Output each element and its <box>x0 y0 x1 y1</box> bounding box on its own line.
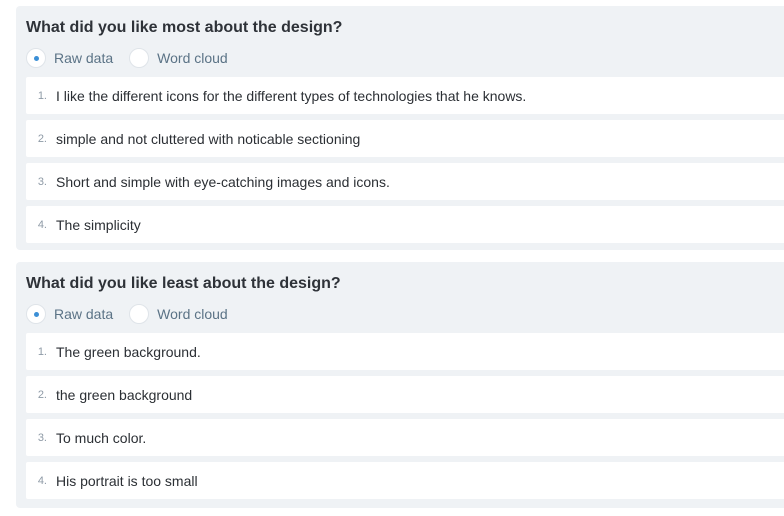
word-cloud-label[interactable]: Word cloud <box>157 50 228 66</box>
answer-item: 4. The simplicity <box>26 206 784 243</box>
answer-item: 2. simple and not cluttered with noticab… <box>26 120 784 157</box>
question-card-most-liked: What did you like most about the design?… <box>16 6 784 250</box>
word-cloud-label[interactable]: Word cloud <box>157 306 228 322</box>
answer-text: His portrait is too small <box>56 472 198 489</box>
answer-item: 2. the green background <box>26 376 784 413</box>
radio-selected-icon[interactable] <box>26 304 46 324</box>
radio-unselected-icon[interactable] <box>129 304 150 324</box>
answer-number: 3. <box>37 175 47 188</box>
answer-item: 1. The green background. <box>26 333 784 370</box>
question-card-least-liked: What did you like least about the design… <box>16 262 784 508</box>
answer-number: 4. <box>37 474 47 487</box>
answer-list: 1. The green background. 2. the green ba… <box>16 333 784 499</box>
answer-number: 4. <box>37 218 47 231</box>
view-toggle: Raw data Word cloud <box>26 45 784 71</box>
survey-results-page: What did you like most about the design?… <box>0 0 784 516</box>
answer-number: 2. <box>37 132 47 145</box>
answer-text: I like the different icons for the diffe… <box>56 87 527 104</box>
raw-data-label[interactable]: Raw data <box>54 306 113 322</box>
raw-data-option[interactable]: Raw data <box>26 304 113 324</box>
answer-number: 1. <box>37 345 47 358</box>
answer-item: 3. Short and simple with eye-catching im… <box>26 163 784 200</box>
answer-number: 1. <box>37 89 47 102</box>
question-title: What did you like least about the design… <box>26 275 341 292</box>
answer-text: To much color. <box>56 429 147 446</box>
answer-list: 1. I like the different icons for the di… <box>16 77 784 243</box>
word-cloud-option[interactable]: Word cloud <box>129 48 228 68</box>
answer-text: Short and simple with eye-catching image… <box>56 173 390 190</box>
answer-item: 1. I like the different icons for the di… <box>26 77 784 114</box>
radio-unselected-icon[interactable] <box>129 48 150 68</box>
answer-item: 3. To much color. <box>26 419 784 456</box>
answer-number: 2. <box>37 388 47 401</box>
view-toggle: Raw data Word cloud <box>26 301 784 327</box>
answer-text: The green background. <box>56 343 201 360</box>
word-cloud-option[interactable]: Word cloud <box>129 304 228 324</box>
answer-text: simple and not cluttered with noticable … <box>56 130 361 147</box>
raw-data-label[interactable]: Raw data <box>54 50 113 66</box>
answer-text: the green background <box>56 386 193 403</box>
raw-data-option[interactable]: Raw data <box>26 48 113 68</box>
answer-number: 3. <box>37 431 47 444</box>
answer-text: The simplicity <box>56 216 141 233</box>
radio-selected-icon[interactable] <box>26 48 46 68</box>
answer-item: 4. His portrait is too small <box>26 462 784 499</box>
question-title: What did you like most about the design? <box>26 19 343 36</box>
